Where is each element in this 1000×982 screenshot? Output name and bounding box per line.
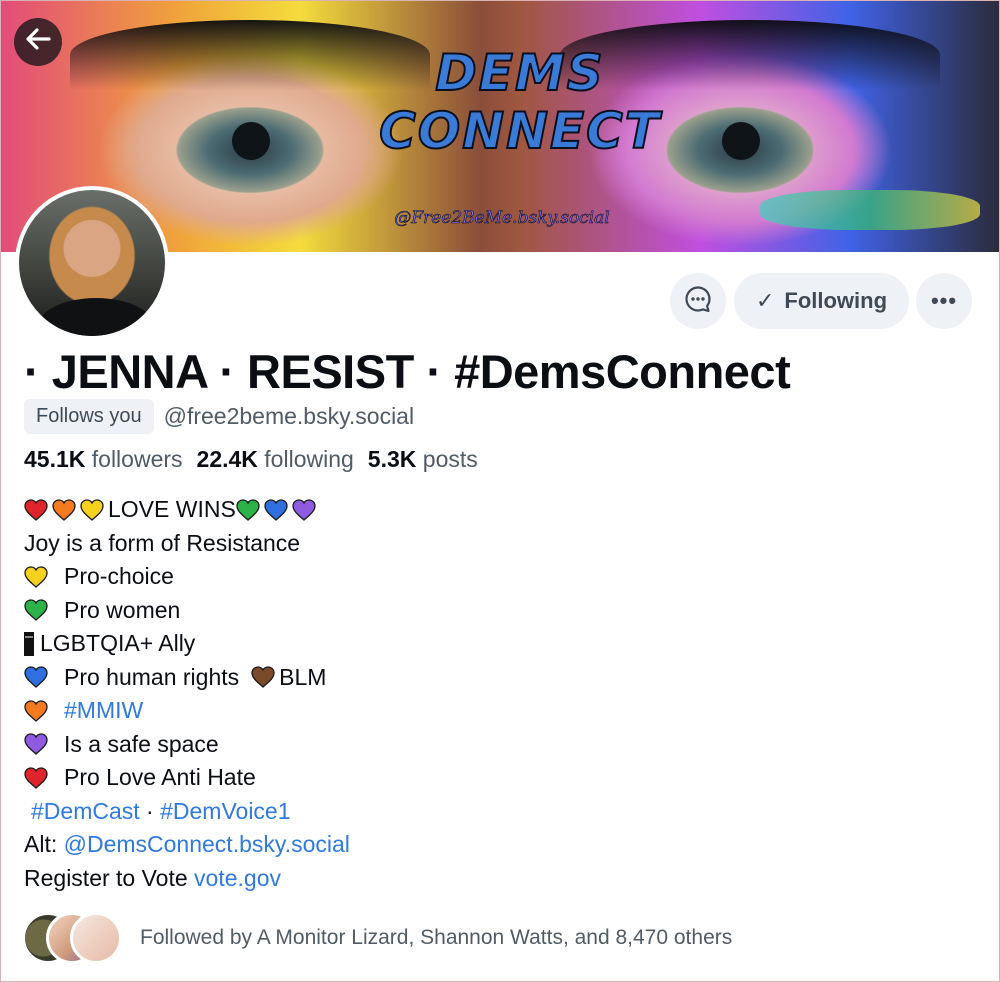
brown-heart-icon — [251, 666, 275, 689]
orange-heart-icon — [52, 499, 76, 521]
back-button[interactable] — [14, 18, 62, 66]
banner-paint-stripe — [760, 190, 980, 230]
following-label: Following — [784, 288, 888, 313]
bio-human-rights: Pro human rights — [64, 663, 240, 690]
register-label: Register to Vote — [24, 864, 195, 891]
chat-bubble-icon — [683, 284, 713, 319]
banner-pupil-left — [232, 122, 270, 160]
followers-count: 45.1K — [24, 446, 86, 472]
bio-line-tags: #DemCast · #DemVoice1 — [24, 795, 924, 829]
follower-avatar — [70, 912, 122, 964]
hashtag-demvoice1-link[interactable]: #DemVoice1 — [160, 795, 290, 829]
bio-line-ally: LGBTQIA+ Ally — [24, 627, 924, 661]
alt-account-link[interactable]: @DemsConnect.bsky.social — [64, 828, 350, 862]
profile-bio: LOVE WINS Joy is a form of Resistance Pr… — [24, 493, 924, 895]
yellow-heart-icon — [24, 566, 48, 588]
profile-stats: 45.1K followers 22.4K following 5.3K pos… — [24, 446, 478, 473]
vote-gov-link[interactable]: vote.gov — [194, 862, 281, 896]
banner-handle-watermark: @Free2BeMe.bsky.social — [394, 208, 610, 229]
arrow-left-icon — [23, 24, 53, 60]
bio-line-human-rights: Pro human rights BLM — [24, 661, 924, 695]
bio-line-pro-women: Pro women — [24, 594, 924, 628]
bio-joy: Joy is a form of Resistance — [24, 529, 301, 556]
orange-heart-icon — [24, 700, 48, 722]
bio-ally: LGBTQIA+ Ally — [40, 630, 196, 656]
bio-line-safe-space: Is a safe space — [24, 728, 924, 762]
profile-handle: @free2beme.bsky.social — [163, 403, 415, 429]
hashtag-mmiw-link[interactable]: #MMIW — [64, 694, 143, 728]
purple-heart-icon — [292, 499, 316, 521]
green-heart-icon — [24, 599, 48, 622]
yellow-heart-icon — [80, 499, 104, 521]
red-heart-icon — [24, 767, 48, 789]
more-options-button[interactable]: ••• — [916, 273, 972, 329]
blue-heart-icon — [24, 666, 48, 689]
red-heart-icon — [24, 499, 48, 521]
bio-line-joy: Joy is a form of Resistance — [24, 527, 924, 561]
avatar[interactable] — [15, 186, 169, 340]
bio-pro-love: Pro Love Anti Hate — [64, 764, 256, 790]
check-icon: ✓ — [755, 288, 775, 313]
bio-love-wins: LOVE WINS — [108, 496, 236, 522]
followed-by-text: Followed by A Monitor Lizard, Shannon Wa… — [140, 926, 733, 949]
blue-heart-icon — [264, 499, 288, 521]
bio-blm: BLM — [279, 663, 327, 690]
following-label-stat: following — [264, 446, 354, 472]
hashtag-demcast-link[interactable]: #DemCast — [31, 795, 140, 829]
bio-pro-women: Pro women — [64, 596, 181, 623]
alt-label: Alt: — [24, 831, 64, 857]
following-stat[interactable]: 22.4K following — [197, 446, 354, 473]
following-count: 22.4K — [196, 446, 258, 472]
following-button[interactable]: ✓ Following — [734, 273, 909, 329]
display-name: · JENNA · RESIST · #DemsConnect — [24, 345, 791, 398]
tag-separator: · — [139, 797, 161, 824]
flag-icon — [24, 631, 34, 656]
bio-pro-choice: Pro-choice — [64, 563, 174, 589]
follows-you-badge: Follows you — [24, 399, 154, 434]
bio-line-pro-love: Pro Love Anti Hate — [24, 761, 924, 795]
avatar-jacket — [37, 298, 155, 336]
bio-safe-space: Is a safe space — [64, 730, 219, 757]
followed-by-row[interactable]: Followed by A Monitor Lizard, Shannon Wa… — [22, 912, 732, 964]
followers-label: followers — [91, 446, 183, 472]
ellipsis-icon: ••• — [930, 288, 958, 313]
followers-stat[interactable]: 45.1K followers — [24, 446, 183, 473]
posts-stat: 5.3K posts — [368, 446, 478, 473]
bio-line-love-wins: LOVE WINS — [24, 493, 924, 527]
bio-line-alt: Alt: @DemsConnect.bsky.social — [24, 828, 924, 862]
bio-line-register: Register to Vote vote.gov — [24, 862, 924, 896]
handle-row: Follows you @free2beme.bsky.social — [24, 399, 414, 434]
posts-count: 5.3K — [367, 446, 417, 472]
purple-heart-icon — [24, 733, 48, 756]
banner-title: DEMS CONNECT — [378, 43, 661, 161]
message-button[interactable] — [670, 273, 726, 329]
green-heart-icon — [236, 499, 260, 521]
bio-line-pro-choice: Pro-choice — [24, 560, 924, 594]
posts-label: posts — [422, 446, 478, 472]
bio-line-mmiw: #MMIW — [24, 694, 924, 728]
